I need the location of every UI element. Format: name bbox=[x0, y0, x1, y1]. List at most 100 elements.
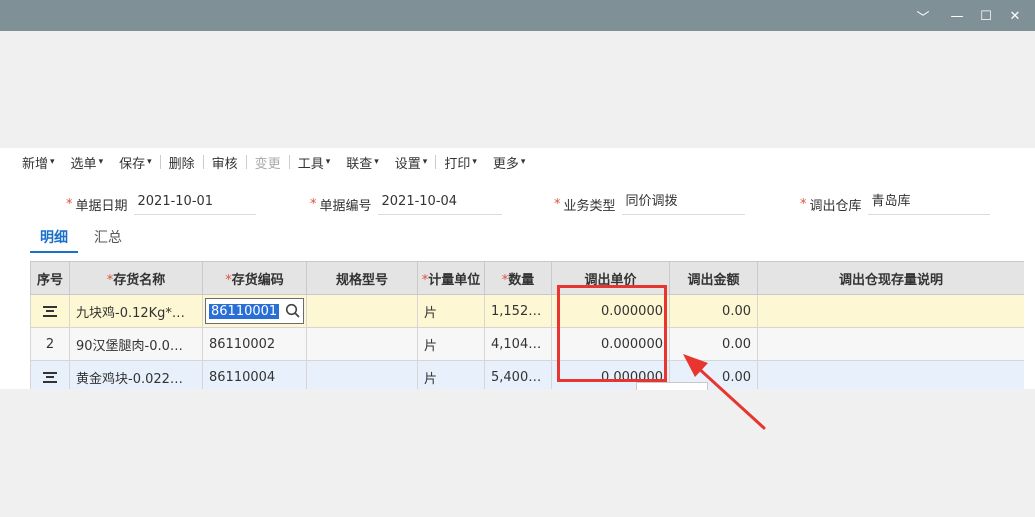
doc-date-field: * 单据日期 2021-10-01 bbox=[66, 193, 256, 215]
row-seq-cell[interactable] bbox=[30, 294, 70, 328]
row-unit-cell[interactable]: 片 bbox=[417, 360, 485, 389]
highlight-box bbox=[557, 285, 667, 382]
search-icon[interactable] bbox=[285, 303, 301, 319]
row-unit-cell[interactable]: 片 bbox=[417, 327, 485, 361]
query-button[interactable]: 联查 ▾ bbox=[338, 153, 387, 172]
row-note-cell[interactable] bbox=[757, 294, 1024, 328]
col-header-code-label: 存货编码 bbox=[231, 272, 284, 288]
delete-button[interactable]: 删除 bbox=[161, 153, 203, 172]
row-menu-icon[interactable] bbox=[42, 371, 58, 384]
detail-tabs: 明细 汇总 bbox=[30, 227, 132, 253]
minimize-icon[interactable]: — bbox=[945, 6, 969, 26]
doc-no-input[interactable]: 2021-10-04 bbox=[377, 193, 502, 215]
chevron-down-icon: ▾ bbox=[50, 157, 55, 167]
col-header-unit-label: 计量单位 bbox=[428, 272, 481, 288]
table-row[interactable]: 2 90汉堡腿肉-0.0… 86110002 片 4,104… 0.000000… bbox=[30, 327, 1024, 361]
chevron-down-icon: ▾ bbox=[520, 157, 526, 167]
chevron-down-icon: ▾ bbox=[98, 157, 104, 167]
required-mark: * bbox=[800, 196, 807, 212]
row-menu-icon[interactable] bbox=[42, 305, 58, 318]
table-row[interactable]: 九块鸡-0.12Kg*… 86110001 片 1,152… 0.000000 … bbox=[30, 294, 1024, 328]
doc-no-label: 单据编号 bbox=[319, 198, 372, 214]
row-code-cell[interactable]: 86110002 bbox=[202, 327, 307, 361]
audit-button[interactable]: 审核 bbox=[204, 153, 246, 172]
col-header-spec[interactable]: 规格型号 bbox=[306, 261, 418, 295]
col-header-qty[interactable]: *数量 bbox=[484, 261, 552, 295]
row-code-cell[interactable]: 86110001 bbox=[202, 294, 307, 328]
select-order-button[interactable]: 选单 ▾ bbox=[63, 153, 112, 172]
col-header-code[interactable]: *存货编码 bbox=[202, 261, 307, 295]
settings-label: 设置 bbox=[394, 156, 421, 172]
out-warehouse-input[interactable]: 青岛库 bbox=[867, 193, 990, 215]
add-button[interactable]: 新增 ▾ bbox=[14, 153, 63, 172]
grid-header-row: 序号 *存货名称 *存货编码 规格型号 *计量单位 *数量 调出单价 调出金额 … bbox=[30, 261, 1024, 295]
tab-summary[interactable]: 汇总 bbox=[84, 227, 132, 253]
row-note-cell[interactable] bbox=[757, 327, 1024, 361]
row-spec-cell[interactable] bbox=[306, 360, 418, 389]
row-note-cell[interactable] bbox=[757, 360, 1024, 389]
col-header-qty-label: 数量 bbox=[508, 272, 535, 288]
row-seq-cell: 2 bbox=[30, 327, 70, 361]
print-button[interactable]: 打印 ▾ bbox=[436, 153, 485, 172]
col-header-amount[interactable]: 调出金额 bbox=[669, 261, 758, 295]
biz-type-input[interactable]: 同价调拨 bbox=[621, 193, 745, 215]
code-selected-text: 86110001 bbox=[209, 303, 280, 319]
table-row[interactable]: 黄金鸡块-0.022… 86110004 片 5,400… 0.000000 0… bbox=[30, 360, 1024, 389]
save-label: 保存 bbox=[119, 156, 146, 172]
biz-type-field: * 业务类型 同价调拨 bbox=[554, 193, 745, 215]
chevron-down-icon: ▾ bbox=[472, 157, 477, 167]
row-spec-cell[interactable] bbox=[306, 327, 418, 361]
row-qty-cell[interactable]: 4,104… bbox=[484, 327, 552, 361]
biz-type-label: 业务类型 bbox=[563, 198, 616, 214]
row-qty-cell[interactable]: 5,400… bbox=[484, 360, 552, 389]
col-header-name-label: 存货名称 bbox=[113, 272, 166, 288]
row-qty-cell[interactable]: 1,152… bbox=[484, 294, 552, 328]
more-label: 更多 bbox=[492, 156, 519, 172]
close-icon[interactable]: ✕ bbox=[1003, 6, 1027, 26]
chevron-down-icon: ▾ bbox=[325, 157, 331, 167]
chevron-down-icon: ▾ bbox=[147, 157, 152, 167]
col-header-seq: 序号 bbox=[30, 261, 70, 295]
row-spec-cell[interactable] bbox=[306, 294, 418, 328]
row-amount-cell[interactable]: 0.00 bbox=[669, 327, 758, 361]
col-header-unit[interactable]: *计量单位 bbox=[417, 261, 485, 295]
print-label: 打印 bbox=[444, 156, 471, 172]
audit-label: 审核 bbox=[211, 156, 238, 172]
maximize-icon[interactable]: ☐ bbox=[974, 6, 998, 26]
collapse-icon[interactable]: ﹀ bbox=[911, 6, 935, 26]
row-name-cell[interactable]: 九块鸡-0.12Kg*… bbox=[69, 294, 203, 328]
dropdown-popup bbox=[636, 382, 708, 390]
row-name-cell[interactable]: 黄金鸡块-0.022… bbox=[69, 360, 203, 389]
row-amount-cell[interactable]: 0.00 bbox=[669, 294, 758, 328]
doc-date-input[interactable]: 2021-10-01 bbox=[133, 193, 256, 215]
row-seq-cell[interactable] bbox=[30, 360, 70, 389]
chevron-down-icon: ▾ bbox=[422, 157, 428, 167]
select-order-label: 选单 bbox=[70, 156, 97, 172]
change-button[interactable]: 变更 bbox=[247, 153, 289, 172]
more-button[interactable]: 更多 ▾ bbox=[485, 153, 534, 172]
add-label: 新增 bbox=[22, 156, 49, 172]
chevron-down-icon: ▾ bbox=[374, 157, 379, 167]
change-label: 变更 bbox=[254, 156, 281, 172]
col-header-note[interactable]: 调出仓现存量说明 bbox=[757, 261, 1024, 295]
row-name-cell[interactable]: 90汉堡腿肉-0.0… bbox=[69, 327, 203, 361]
detail-grid: 序号 *存货名称 *存货编码 规格型号 *计量单位 *数量 调出单价 调出金额 … bbox=[30, 261, 1024, 389]
delete-label: 删除 bbox=[168, 156, 195, 172]
save-button[interactable]: 保存 ▾ bbox=[111, 153, 160, 172]
out-warehouse-label: 调出仓库 bbox=[809, 198, 862, 214]
col-header-name[interactable]: *存货名称 bbox=[69, 261, 203, 295]
out-warehouse-field: * 调出仓库 青岛库 bbox=[800, 193, 990, 215]
row-code-cell[interactable]: 86110004 bbox=[202, 360, 307, 389]
tools-button[interactable]: 工具 ▾ bbox=[290, 153, 339, 172]
doc-no-field: * 单据编号 2021-10-04 bbox=[310, 193, 502, 215]
row-unit-cell[interactable]: 片 bbox=[417, 294, 485, 328]
settings-button[interactable]: 设置 ▾ bbox=[387, 153, 436, 172]
doc-date-label: 单据日期 bbox=[75, 198, 128, 214]
code-editor-input[interactable]: 86110001 bbox=[205, 298, 304, 324]
tab-detail[interactable]: 明细 bbox=[30, 227, 78, 253]
window-titlebar: ﹀ — ☐ ✕ bbox=[0, 0, 1035, 31]
required-mark: * bbox=[66, 196, 73, 212]
required-mark: * bbox=[310, 196, 317, 212]
tools-label: 工具 bbox=[297, 156, 324, 172]
form-content: * 单据日期 2021-10-01 * 单据编号 2021-10-04 * 业务… bbox=[0, 176, 1035, 389]
